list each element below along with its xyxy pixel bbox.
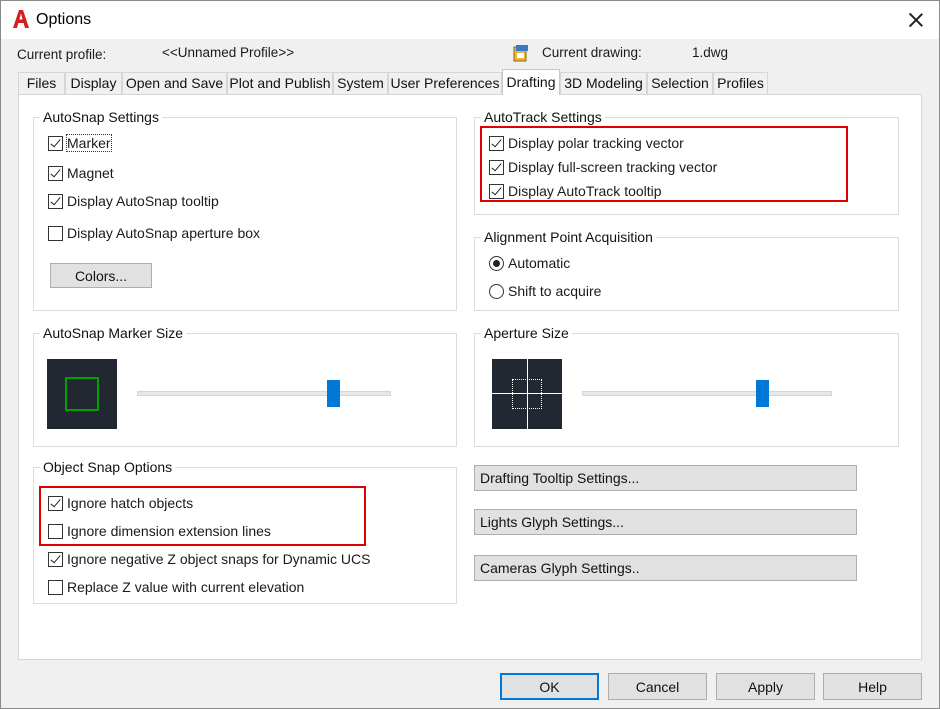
checkbox-box [48, 579, 63, 595]
drafting-tooltip-settings-button[interactable]: Drafting Tooltip Settings... [474, 465, 857, 491]
aperture-box-icon [512, 379, 542, 409]
autotrack-tooltip-checkbox[interactable]: Display AutoTrack tooltip [489, 183, 662, 199]
tab-user-preferences[interactable]: User Preferences [388, 72, 502, 94]
ok-button[interactable]: OK [500, 673, 599, 700]
lights-glyph-settings-button[interactable]: Lights Glyph Settings... [474, 509, 857, 535]
shift-to-acquire-radio[interactable]: Shift to acquire [489, 283, 601, 299]
options-dialog: Options Current profile: <<Unnamed Profi… [0, 0, 940, 709]
cameras-glyph-settings-button[interactable]: Cameras Glyph Settings.. [474, 555, 857, 581]
title-bar: Options [1, 1, 939, 39]
tab-profiles[interactable]: Profiles [713, 72, 768, 94]
aperture-size-title: Aperture Size [481, 325, 572, 341]
autosnap-tooltip-checkbox[interactable]: Display AutoSnap tooltip [48, 193, 219, 209]
marker-size-slider-thumb[interactable] [326, 380, 340, 407]
tab-open-and-save[interactable]: Open and Save [122, 72, 227, 94]
checkbox-box [489, 135, 504, 151]
automatic-radio[interactable]: Automatic [489, 255, 570, 271]
tab-display[interactable]: Display [65, 72, 122, 94]
current-profile-label: Current profile: [17, 47, 107, 62]
ignore-negative-z-label: Ignore negative Z object snaps for Dynam… [67, 551, 371, 567]
aperture-size-slider-thumb[interactable] [756, 380, 769, 407]
object-snap-options-title: Object Snap Options [40, 459, 176, 475]
marker-size-title: AutoSnap Marker Size [40, 325, 187, 341]
full-screen-tracking-vector-checkbox[interactable]: Display full-screen tracking vector [489, 159, 717, 175]
autotrack-tooltip-label: Display AutoTrack tooltip [508, 183, 662, 199]
marker-size-group: AutoSnap Marker Size [33, 325, 457, 447]
checkbox-box [48, 551, 63, 567]
polar-tracking-vector-label: Display polar tracking vector [508, 135, 684, 151]
colors-button[interactable]: Colors... [50, 263, 152, 288]
marker-checkbox[interactable]: Marker [48, 134, 112, 152]
current-drawing-value: 1.dwg [692, 45, 729, 60]
apply-button[interactable]: Apply [716, 673, 815, 700]
cancel-button[interactable]: Cancel [608, 673, 707, 700]
radio-circle [489, 255, 504, 271]
checkbox-box [48, 193, 63, 209]
aperture-size-preview [492, 359, 562, 429]
autotrack-settings-group: AutoTrack Settings Display polar trackin… [474, 109, 899, 215]
marker-square-icon [65, 377, 99, 411]
ignore-hatch-checkbox[interactable]: Ignore hatch objects [48, 495, 193, 511]
magnet-label: Magnet [67, 165, 114, 181]
checkbox-box [489, 159, 504, 175]
polar-tracking-vector-checkbox[interactable]: Display polar tracking vector [489, 135, 684, 151]
checkbox-box [48, 225, 63, 241]
automatic-label: Automatic [508, 255, 571, 271]
autotrack-settings-title: AutoTrack Settings [481, 109, 605, 125]
autosnap-settings-group: AutoSnap Settings Marker Magnet Display … [33, 109, 457, 311]
tab-selection[interactable]: Selection [647, 72, 713, 94]
current-drawing-label: Current drawing: [542, 45, 642, 60]
alignment-point-title: Alignment Point Acquisition [481, 229, 656, 245]
marker-size-preview [47, 359, 117, 429]
drafting-panel: AutoSnap Settings Marker Magnet Display … [18, 94, 922, 660]
autosnap-settings-title: AutoSnap Settings [40, 109, 162, 125]
tab-plot-and-publish[interactable]: Plot and Publish [227, 72, 333, 94]
marker-size-slider-track[interactable] [137, 391, 391, 396]
ignore-negative-z-checkbox[interactable]: Ignore negative Z object snaps for Dynam… [48, 551, 370, 567]
current-profile-value: <<Unnamed Profile>> [162, 45, 295, 60]
magnet-checkbox[interactable]: Magnet [48, 165, 114, 181]
object-snap-options-group: Object Snap Options Ignore hatch objects… [33, 459, 457, 604]
marker-label: Marker [66, 134, 112, 152]
aperture-size-slider-track[interactable] [582, 391, 832, 396]
tab-system[interactable]: System [333, 72, 388, 94]
tab-3d-modeling[interactable]: 3D Modeling [560, 72, 647, 94]
tab-files[interactable]: Files [18, 72, 65, 94]
drawing-file-icon [513, 45, 528, 62]
aperture-box-label: Display AutoSnap aperture box [67, 225, 261, 241]
ignore-dimension-extension-checkbox[interactable]: Ignore dimension extension lines [48, 523, 271, 539]
autocad-a-icon [13, 10, 29, 28]
ignore-dimension-extension-label: Ignore dimension extension lines [67, 523, 271, 539]
aperture-box-checkbox[interactable]: Display AutoSnap aperture box [48, 225, 260, 241]
shift-to-acquire-label: Shift to acquire [508, 283, 602, 299]
alignment-point-group: Alignment Point Acquisition Automatic Sh… [474, 229, 899, 311]
radio-circle [489, 283, 504, 299]
close-icon[interactable] [905, 9, 927, 31]
autosnap-tooltip-label: Display AutoSnap tooltip [67, 193, 219, 209]
replace-z-value-label: Replace Z value with current elevation [67, 579, 305, 595]
checkbox-box [48, 135, 63, 151]
full-screen-tracking-vector-label: Display full-screen tracking vector [508, 159, 718, 175]
checkbox-box [489, 183, 504, 199]
help-button[interactable]: Help [823, 673, 922, 700]
window-title: Options [36, 11, 92, 28]
replace-z-value-checkbox[interactable]: Replace Z value with current elevation [48, 579, 304, 595]
checkbox-box [48, 523, 63, 539]
aperture-size-group: Aperture Size [474, 325, 899, 447]
checkbox-box [48, 165, 63, 181]
checkbox-box [48, 495, 63, 511]
ignore-hatch-label: Ignore hatch objects [67, 495, 194, 511]
tab-drafting[interactable]: Drafting [502, 69, 560, 95]
